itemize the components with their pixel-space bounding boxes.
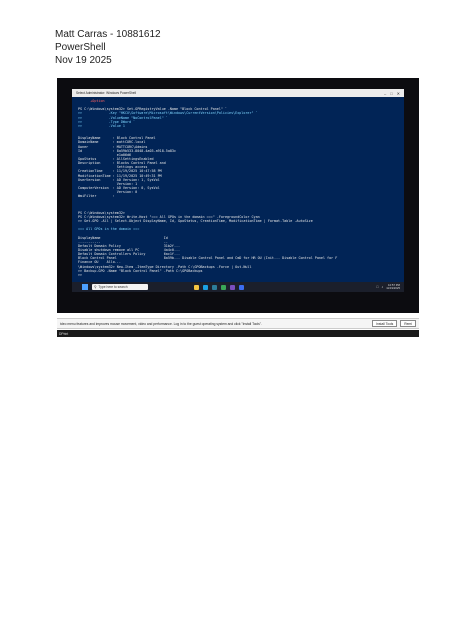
taskbar-app-icon[interactable]	[203, 284, 208, 290]
window-controls: – □ ✕	[384, 91, 400, 96]
taskbar-app-icon[interactable]	[221, 284, 226, 290]
window-title: Select Administrator: Windows PowerShell	[76, 91, 137, 95]
search-placeholder: Type here to search	[98, 285, 128, 289]
windows-start-icon[interactable]	[82, 284, 88, 290]
taskbar-search-box[interactable]: ⚲ Type here to search	[92, 284, 148, 290]
search-icon: ⚲	[94, 285, 97, 289]
system-tray: □ ♪ 10:57 PM 11/19/2025	[376, 284, 400, 290]
subject-line: PowerShell	[55, 42, 106, 53]
date-line: Nov 19 2025	[55, 55, 112, 66]
network-icon[interactable]: □	[376, 285, 378, 289]
document-header: Matt Carras - 10881612 PowerShell Nov 19…	[55, 28, 161, 67]
taskbar-app-icon[interactable]	[230, 284, 235, 290]
maximize-icon[interactable]: □	[390, 91, 392, 96]
vm-status-strip: DPrint	[57, 330, 419, 337]
volume-icon[interactable]: ♪	[381, 285, 383, 289]
taskbar-app-icon[interactable]	[212, 284, 217, 290]
powershell-console[interactable]: +Option PS C:\Windows\system32> Set-GPReg…	[72, 97, 404, 282]
notice-text: tdeo menu features and improves mouse mo…	[60, 321, 262, 326]
console-line: >>	[78, 272, 83, 277]
powershell-titlebar[interactable]: Select Administrator: Windows PowerShell…	[72, 89, 404, 97]
install-tools-button[interactable]: Install Tools	[372, 320, 398, 327]
minimize-icon[interactable]: –	[384, 91, 386, 96]
taskbar: ⚲ Type here to search □ ♪ 10:57 PM 11/19…	[72, 282, 404, 292]
clock-date: 11/19/2025	[386, 286, 400, 290]
remind-later-button[interactable]: Remi	[400, 320, 416, 327]
vmware-tools-notice-bar: tdeo menu features and improves mouse mo…	[57, 318, 419, 329]
student-name-line: Matt Carras - 10881612	[55, 29, 161, 40]
taskbar-app-icon[interactable]	[239, 284, 244, 290]
close-icon[interactable]: ✕	[397, 91, 400, 96]
taskbar-app-icon[interactable]	[194, 284, 199, 290]
vm-screenshot: Select Administrator: Windows PowerShell…	[57, 78, 419, 313]
taskbar-clock[interactable]: 10:57 PM 11/19/2025	[386, 284, 400, 290]
taskbar-apps	[194, 284, 244, 290]
status-label: DPrint	[59, 331, 69, 336]
